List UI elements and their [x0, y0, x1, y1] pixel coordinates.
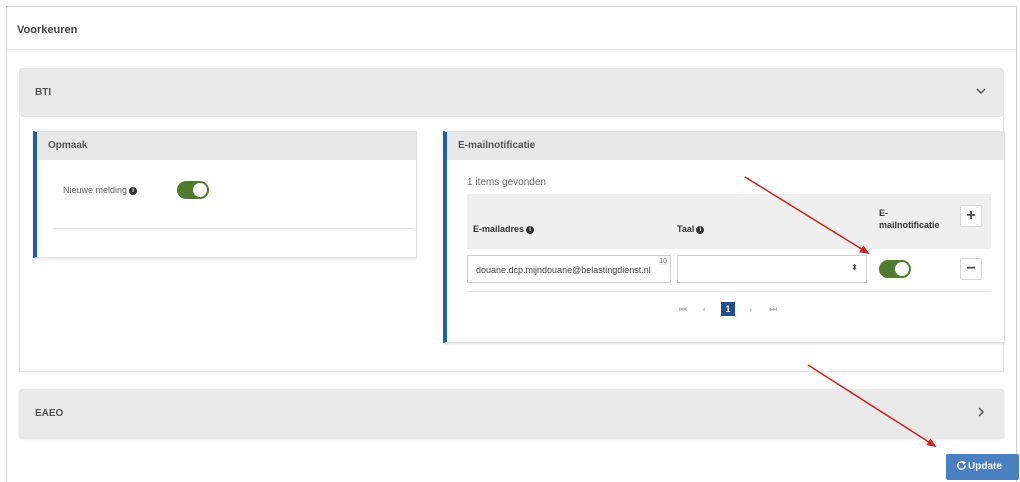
language-select[interactable]: ⬍ [677, 255, 867, 283]
email-address-input[interactable]: douane.dcp.mijndouane@belastingdienst.nl… [467, 255, 671, 283]
email-notification-toggle[interactable] [879, 260, 911, 278]
column-header-email-text: E-mailadres [473, 224, 525, 234]
select-arrows-icon: ⬍ [851, 263, 858, 272]
email-address-value: douane.dcp.mijndouane@belastingdienst.nl [476, 265, 651, 275]
title-divider [7, 49, 1016, 50]
opmaak-card: Opmaak Nieuwe melding i [33, 131, 417, 258]
accordion-title-eaeo: EAEO [35, 408, 64, 419]
chevron-right-icon[interactable] [974, 405, 988, 419]
email-card-title: E-mailnotificatie [458, 140, 536, 151]
toggle-knob [895, 262, 909, 276]
new-notification-label: Nieuwe melding i [63, 185, 138, 195]
column-header-notification-line1: E- [879, 208, 888, 218]
current-page-button[interactable]: 1 [721, 302, 735, 316]
new-notification-label-text: Nieuwe melding [63, 185, 128, 195]
column-header-language-text: Taal [677, 224, 695, 234]
column-header-email: E-mailadres i [473, 224, 535, 234]
remove-row-button[interactable]: − [960, 258, 982, 280]
accordion-title-bti: BTI [35, 87, 52, 98]
opmaak-card-header: Opmaak [37, 132, 416, 160]
email-card-header: E-mailnotificatie [447, 132, 1004, 160]
update-button-label: Update [968, 461, 1002, 472]
info-icon: i [696, 225, 705, 234]
next-page-button[interactable]: › [749, 304, 752, 314]
char-counter: 10 [659, 258, 667, 265]
row-divider [467, 291, 991, 292]
opmaak-divider [53, 228, 414, 229]
add-row-button[interactable]: + [960, 205, 982, 227]
accordion-header-eaeo[interactable]: EAEO [19, 389, 1004, 438]
prev-page-button[interactable]: ‹ [703, 304, 706, 314]
accordion-header-bti[interactable]: BTI [19, 68, 1004, 117]
last-page-button[interactable]: ⏭ [769, 304, 777, 315]
new-notification-toggle[interactable] [177, 181, 209, 199]
first-page-button[interactable]: ⏮ [679, 304, 687, 315]
info-icon: i [129, 186, 138, 195]
email-notification-card: E-mailnotificatie 1 items gevonden E-mai… [443, 131, 1005, 343]
items-found-label: 1 items gevonden [467, 177, 546, 188]
toggle-knob [193, 183, 207, 197]
chevron-down-icon[interactable] [974, 84, 988, 98]
column-header-language: Taal i [677, 224, 705, 234]
refresh-icon [957, 460, 967, 470]
opmaak-card-title: Opmaak [48, 140, 88, 151]
info-icon: i [526, 225, 535, 234]
page-title: Voorkeuren [17, 24, 78, 36]
update-button[interactable]: Update [946, 454, 1019, 480]
column-header-notification-line2: mailnotificatie [879, 220, 940, 230]
